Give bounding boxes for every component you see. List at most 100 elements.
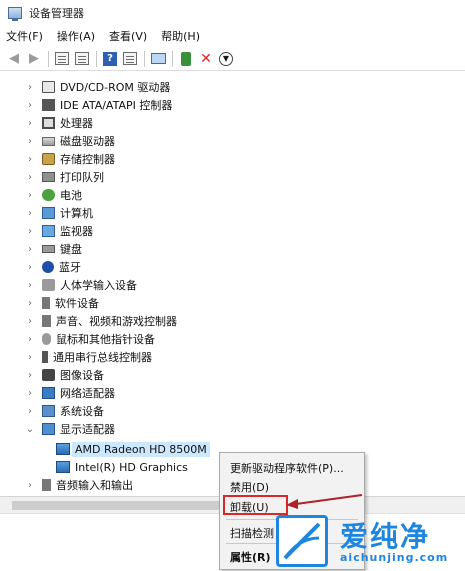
scrollbar-thumb[interactable] [12,501,242,510]
display-adapter-icon [42,423,55,435]
expand-chevron-icon[interactable]: › [24,154,36,165]
tree-item-ide[interactable]: › IDE ATA/ATAPI 控制器 [24,96,172,114]
expand-chevron-icon[interactable]: › [24,480,36,491]
expand-chevron-icon[interactable]: › [24,388,36,399]
tree-item-keyboard[interactable]: › 键盘 [24,240,82,258]
tree-item-label: 声音、视频和游戏控制器 [56,315,177,328]
tree-item-dvd[interactable]: › DVD/CD-ROM 驱动器 [24,78,170,96]
watermark: 爱纯净 aichunjing.com [276,515,465,571]
device-manager-icon [8,7,22,21]
tree-item-label: 通用串行总线控制器 [53,351,152,364]
ctx-scan[interactable]: 扫描检测 [230,525,274,541]
toolbar-separator [96,50,97,67]
expand-chevron-icon[interactable]: › [24,82,36,93]
tree-item-battery[interactable]: › 电池 [24,186,82,204]
tree-item-display-adapter[interactable]: ⌄ 显示适配器 [24,420,115,438]
tree-item-label: 打印队列 [60,171,104,184]
tree-item-label: 存储控制器 [60,153,115,166]
menu-view[interactable]: 查看(V) [109,28,147,44]
software-device-icon [42,297,50,309]
expand-chevron-icon[interactable]: › [24,172,36,183]
ctx-disable[interactable]: 禁用(D) [230,479,269,495]
ctx-update-driver[interactable]: 更新驱动程序软件(P)... [230,460,344,476]
system-device-icon [42,405,55,417]
tree-item-amd-gpu[interactable]: AMD Radeon HD 8500M [50,440,210,458]
expand-chevron-icon[interactable]: › [24,352,36,363]
menu-file[interactable]: 文件(F) [6,28,43,44]
expand-chevron-icon[interactable]: › [24,244,36,255]
uninstall-x-icon[interactable]: ✕ [198,51,214,67]
tree-item-hid[interactable]: › 人体学输入设备 [24,276,137,294]
processor-icon [42,117,55,129]
disc-drive-icon [42,81,55,93]
tree-item-label: 网络适配器 [60,387,115,400]
tree-item-label: 计算机 [60,207,93,220]
storage-controller-icon [42,153,55,165]
tree-item-bluetooth[interactable]: › 蓝牙 [24,258,81,276]
tree-item-system[interactable]: › 系统设备 [24,402,104,420]
watermark-logo-icon [276,515,328,567]
window-title: 设备管理器 [29,7,84,20]
tree-item-label: 鼠标和其他指针设备 [56,333,155,346]
expand-chevron-icon[interactable]: › [24,190,36,201]
tree-item-label: 系统设备 [60,405,104,418]
tree-item-usb[interactable]: › 通用串行总线控制器 [24,348,152,366]
ide-controller-icon [42,99,55,111]
battery-icon [42,189,55,201]
forward-arrow-icon[interactable]: ▶ [26,51,42,67]
tree-item-storage[interactable]: › 存储控制器 [24,150,115,168]
expand-chevron-icon[interactable]: › [24,316,36,327]
toolbar-separator [48,50,49,67]
expand-chevron-icon[interactable]: › [24,226,36,237]
update-driver-icon[interactable] [74,51,90,67]
tree-item-network[interactable]: › 网络适配器 [24,384,115,402]
gpu-icon [56,443,70,455]
collapse-chevron-icon[interactable]: ⌄ [24,424,36,435]
tree-item-label: 音频输入和输出 [56,479,133,492]
expand-chevron-icon[interactable]: › [24,262,36,273]
audio-icon [42,315,51,327]
scan-hardware-icon[interactable] [150,51,166,67]
download-icon[interactable]: ▼ [218,51,234,67]
menu-help[interactable]: 帮助(H) [161,28,200,44]
expand-chevron-icon[interactable]: › [24,298,36,309]
tree-item-audio-video[interactable]: › 声音、视频和游戏控制器 [24,312,177,330]
tree-item-label: DVD/CD-ROM 驱动器 [60,81,171,94]
tree-item-label: 蓝牙 [59,261,81,274]
expand-chevron-icon[interactable]: › [24,118,36,129]
tree-item-label: IDE ATA/ATAPI 控制器 [60,99,173,112]
expand-chevron-icon[interactable]: › [24,280,36,291]
tree-item-computer[interactable]: › 计算机 [24,204,93,222]
expand-chevron-icon[interactable]: › [24,136,36,147]
tree-item-audio-io[interactable]: › 音频输入和输出 [24,476,133,494]
ctx-properties[interactable]: 属性(R) [230,549,271,565]
tree-item-processor[interactable]: › 处理器 [24,114,93,132]
tree-item-label: 处理器 [60,117,93,130]
expand-chevron-icon[interactable]: › [24,406,36,417]
expand-chevron-icon[interactable]: › [24,334,36,345]
tree-item-imaging[interactable]: › 图像设备 [24,366,104,384]
tree-item-mouse[interactable]: › 鼠标和其他指针设备 [24,330,155,348]
menu-bar: 文件(F) 操作(A) 查看(V) 帮助(H) [0,26,465,46]
tree-item-disk[interactable]: › 磁盘驱动器 [24,132,115,150]
computer-icon [42,207,55,219]
tree-item-label: 电池 [60,189,82,202]
expand-chevron-icon[interactable]: › [24,100,36,111]
enable-device-icon[interactable] [178,51,194,67]
menu-action[interactable]: 操作(A) [57,28,95,44]
red-arrow-icon [286,494,363,509]
tree-item-label: 显示适配器 [60,423,115,436]
back-arrow-icon[interactable]: ◀ [6,51,22,67]
uninstall-highlight-box [223,495,288,515]
expand-chevron-icon[interactable]: › [24,208,36,219]
tree-item-monitor[interactable]: › 监视器 [24,222,93,240]
device-tree: › DVD/CD-ROM 驱动器 › IDE ATA/ATAPI 控制器 › 处… [0,72,465,496]
printer-icon [42,172,55,182]
help-icon[interactable]: ? [102,51,118,67]
properties-icon[interactable] [54,51,70,67]
tree-item-intel-gpu[interactable]: Intel(R) HD Graphics [50,458,188,476]
expand-chevron-icon[interactable]: › [24,370,36,381]
view-icon[interactable] [122,51,138,67]
tree-item-software-device[interactable]: › 软件设备 [24,294,99,312]
tree-item-print-queue[interactable]: › 打印队列 [24,168,104,186]
